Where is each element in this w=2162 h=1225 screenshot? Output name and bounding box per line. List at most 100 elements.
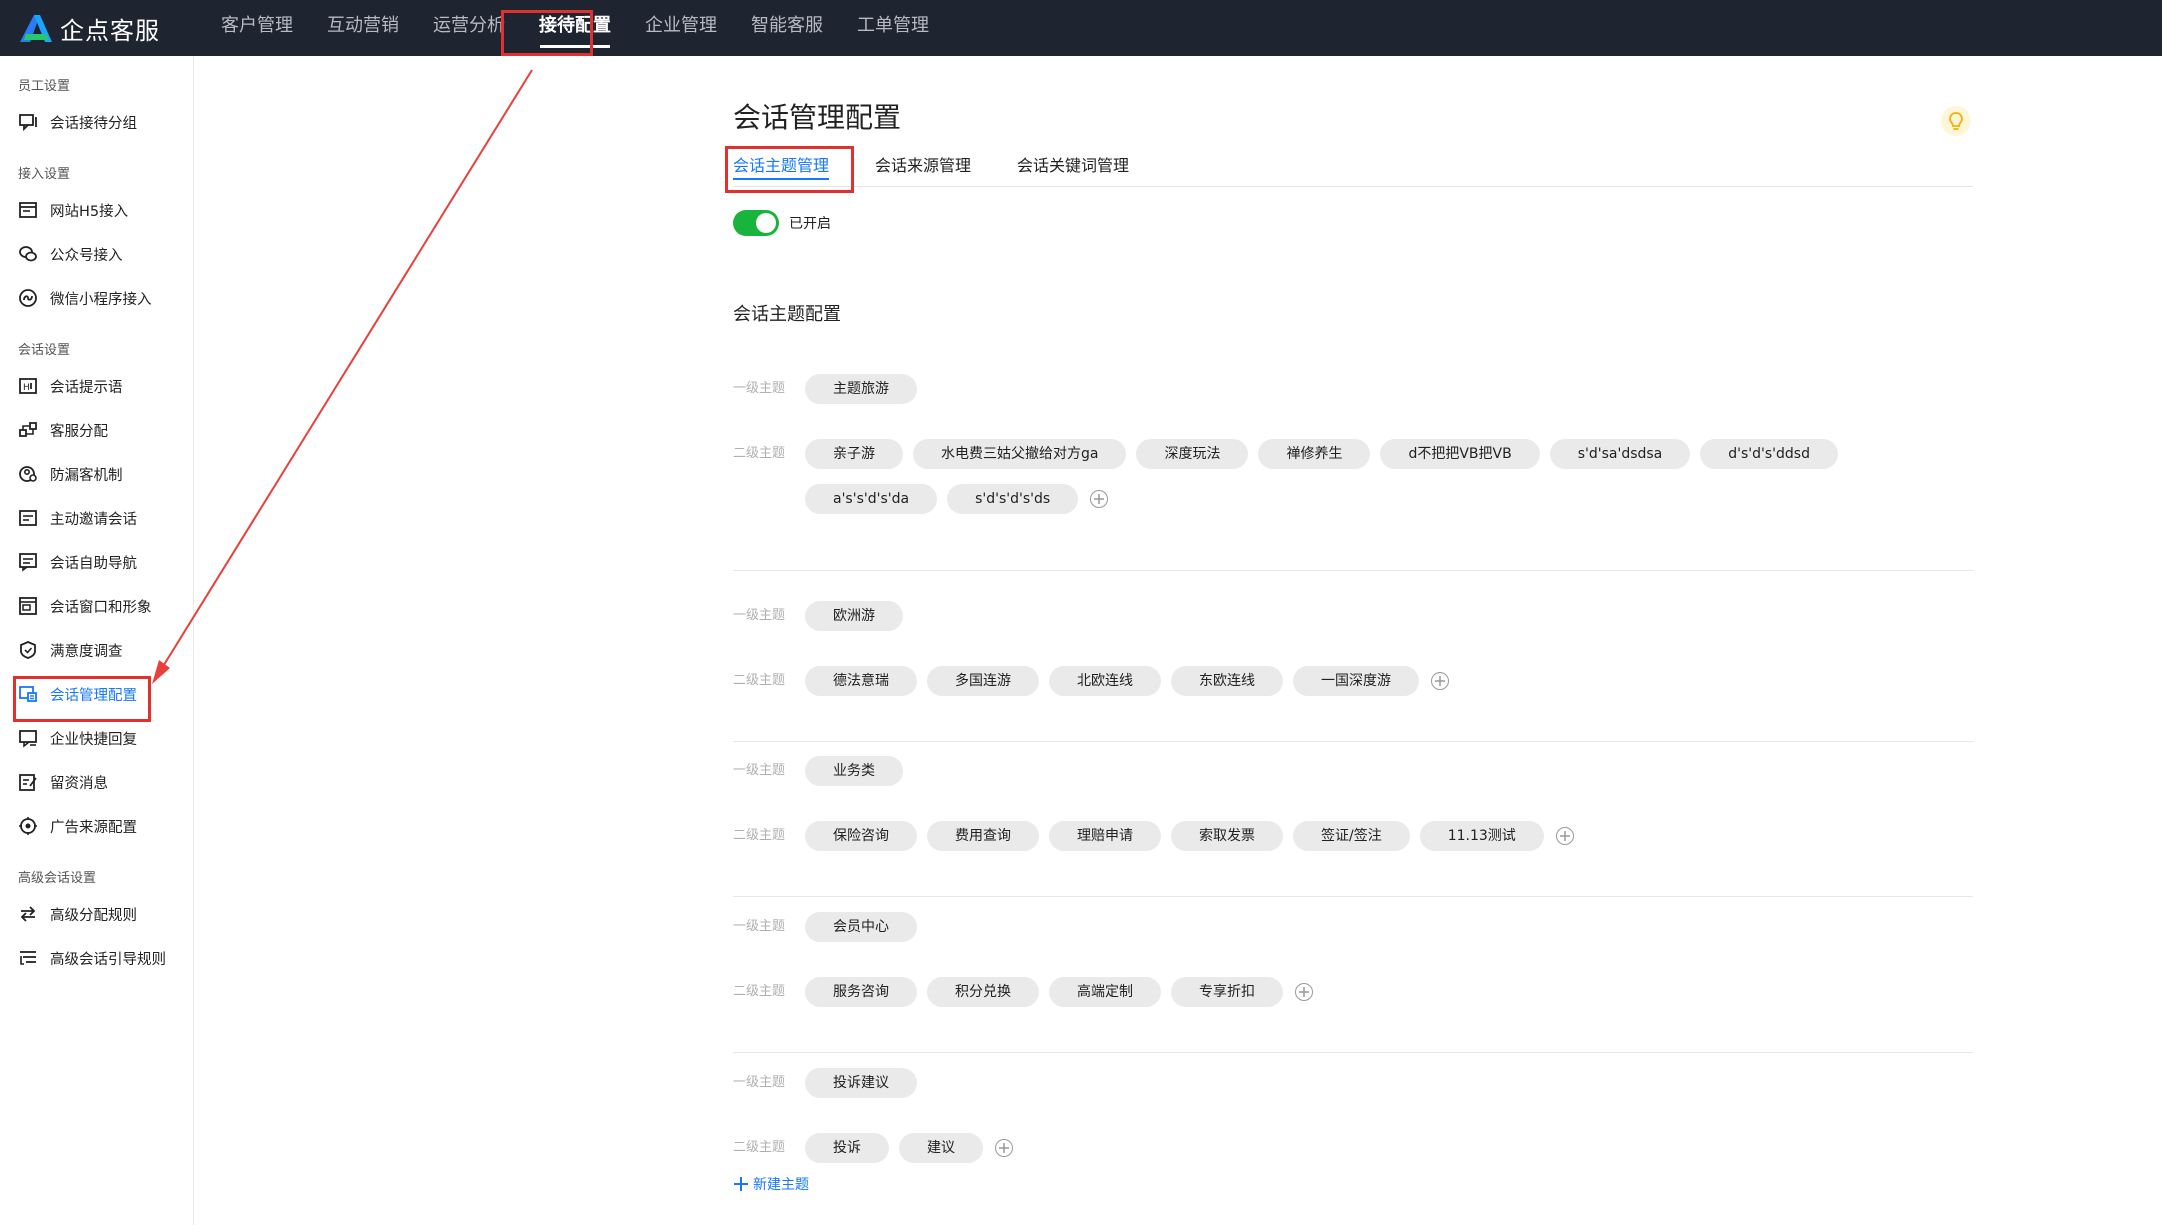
- level2-topic-chip[interactable]: 建议: [899, 1133, 983, 1163]
- level1-topic-chip[interactable]: 欧洲游: [805, 601, 903, 631]
- sidebar-item-label: 主动邀请会话: [50, 511, 137, 528]
- sidebar-item-label: 高级会话引导规则: [50, 951, 166, 968]
- level1-topic-chip[interactable]: 投诉建议: [805, 1068, 917, 1098]
- level2-topic-chip[interactable]: 水电费三姑父撤给对方ga: [913, 439, 1127, 469]
- add-subtopic-button[interactable]: [1090, 490, 1109, 508]
- level1-topic-chip[interactable]: 会员中心: [805, 912, 917, 942]
- tip-bulb[interactable]: [1941, 106, 1971, 136]
- level2-topic-chip[interactable]: 北欧连线: [1049, 666, 1161, 696]
- add-subtopic-button[interactable]: [1431, 672, 1449, 690]
- level2-topic-chip[interactable]: 专享折扣: [1171, 977, 1283, 1007]
- sidebar-item-ad-source[interactable]: 广告来源配置: [0, 806, 193, 846]
- sidebar-item-web-h5[interactable]: 网站H5接入: [0, 190, 193, 230]
- level2-topic-chip[interactable]: 积分兑换: [927, 977, 1039, 1007]
- anti-loss-icon: [19, 466, 37, 482]
- topnav-customer-management[interactable]: 客户管理: [204, 0, 310, 56]
- level2-topic-chip[interactable]: 索取发票: [1171, 821, 1283, 851]
- level1-chips: 投诉建议: [805, 1068, 1955, 1113]
- sidebar-item-satisfaction[interactable]: 满意度调查: [0, 630, 193, 670]
- page-title: 会话管理配置: [733, 101, 902, 134]
- plus-icon: [1435, 676, 1445, 686]
- sidebar-item-anti-loss[interactable]: 防漏客机制: [0, 454, 193, 494]
- sidebar-item-invite[interactable]: 主动邀请会话: [0, 498, 193, 538]
- level1-topic-chip[interactable]: 业务类: [805, 756, 903, 786]
- level2-topic-chip[interactable]: 理赔申请: [1049, 821, 1161, 851]
- sidebar-item-form-message[interactable]: 留资消息: [0, 762, 193, 802]
- sidebar-item-guide-rule[interactable]: 高级会话引导规则: [0, 938, 193, 978]
- tab-keyword-management[interactable]: 会话关键词管理: [1017, 146, 1129, 186]
- plus-icon: [1299, 987, 1309, 997]
- topnav-smart-service[interactable]: 智能客服: [734, 0, 840, 56]
- level2-chips: 亲子游 水电费三姑父撤给对方ga 深度玩法 禅修养生 d不把把VB把VB s'd'sa'd…: [805, 439, 1955, 529]
- topnav-interactive-marketing[interactable]: 互动营销: [310, 0, 416, 56]
- add-subtopic-button[interactable]: [1295, 983, 1313, 1001]
- level2-topic-chip[interactable]: d's'd's'ddsd: [1700, 439, 1838, 469]
- wechat-icon: [19, 246, 37, 262]
- level2-topic-chip[interactable]: 禅修养生: [1258, 439, 1371, 469]
- brand[interactable]: 企点客服: [16, 11, 196, 46]
- ad-source-icon: [19, 817, 37, 835]
- sidebar-item-prompt[interactable]: H 会话提示语: [0, 366, 193, 406]
- level2-label: 二级主题: [733, 673, 786, 688]
- level2-topic-chip[interactable]: 一国深度游: [1293, 666, 1419, 696]
- topnav-enterprise-management[interactable]: 企业管理: [628, 0, 734, 56]
- topic-block: 一级主题 会员中心 二级主题 服务咨询 积分兑换 高端定制 专享折扣: [733, 912, 1973, 1053]
- level2-topic-chip[interactable]: s'd's'd's'ds: [947, 484, 1079, 514]
- level2-topic-chip[interactable]: 费用查询: [927, 821, 1039, 851]
- level2-label: 二级主题: [733, 1140, 786, 1155]
- level2-topic-chip[interactable]: 亲子游: [805, 439, 903, 469]
- topnav-ticket-management[interactable]: 工单管理: [840, 0, 946, 56]
- level2-topic-chip[interactable]: 服务咨询: [805, 977, 917, 1007]
- sidebar-item-label: 广告来源配置: [50, 819, 137, 836]
- sidebar: 员工设置 会话接待分组 接入设置 网站H5接入 公众号接入 微信小程序接入 会话…: [0, 56, 194, 1225]
- level2-topic-chip[interactable]: 签证/签注: [1293, 821, 1410, 851]
- add-subtopic-button[interactable]: [995, 1139, 1013, 1157]
- sidebar-group-access: 接入设置: [18, 167, 71, 182]
- level1-topic-chip[interactable]: 主题旅游: [805, 374, 917, 404]
- sidebar-item-chat-group[interactable]: 会话接待分组: [0, 102, 193, 142]
- sidebar-item-advanced-assign[interactable]: 高级分配规则: [0, 894, 193, 934]
- sidebar-group-staff: 员工设置: [18, 79, 71, 94]
- level2-topic-chip[interactable]: 深度玩法: [1136, 439, 1249, 469]
- sidebar-item-window-image[interactable]: 会话窗口和形象: [0, 586, 193, 626]
- sidebar-item-label: 客服分配: [50, 423, 108, 440]
- level2-topic-chip[interactable]: 11.13测试: [1419, 821, 1544, 851]
- level2-topic-chip[interactable]: 多国连游: [927, 666, 1039, 696]
- sidebar-item-assign[interactable]: 客服分配: [0, 410, 193, 450]
- sidebar-item-wechat-official[interactable]: 公众号接入: [0, 234, 193, 274]
- sidebar-item-quick-reply[interactable]: 企业快捷回复: [0, 718, 193, 758]
- level2-topic-chip[interactable]: d不把把VB把VB: [1380, 439, 1540, 469]
- level2-topic-chip[interactable]: s'd'sa'dsdsa: [1549, 439, 1691, 469]
- sidebar-item-label: 微信小程序接入: [50, 291, 152, 308]
- sidebar-item-mini-program[interactable]: 微信小程序接入: [0, 278, 193, 318]
- level2-chips: 服务咨询 积分兑换 高端定制 专享折扣: [805, 977, 1955, 1022]
- level1-label: 一级主题: [733, 763, 786, 778]
- sidebar-item-label: 高级分配规则: [50, 907, 137, 924]
- navigation-icon: [19, 553, 37, 572]
- invite-icon: [19, 510, 37, 526]
- sidebar-item-self-navigation[interactable]: 会话自助导航: [0, 542, 193, 582]
- tab-topic-management[interactable]: 会话主题管理: [733, 146, 830, 186]
- annotation-arrow-line: [161, 69, 533, 669]
- level1-label: 一级主题: [733, 919, 786, 934]
- level2-topic-chip[interactable]: 投诉: [805, 1133, 889, 1163]
- add-subtopic-button[interactable]: [1555, 827, 1574, 845]
- topnav-reception-config[interactable]: 接待配置: [522, 0, 628, 56]
- sidebar-item-label: 会话管理配置: [50, 687, 137, 704]
- new-topic-button[interactable]: 新建主题: [733, 1174, 809, 1194]
- level2-topic-chip[interactable]: 保险咨询: [805, 821, 917, 851]
- topnav-operations-analysis[interactable]: 运营分析: [416, 0, 522, 56]
- sidebar-item-session-config[interactable]: 会话管理配置: [0, 674, 193, 714]
- level2-topic-chip[interactable]: 德法意瑞: [805, 666, 917, 696]
- enable-toggle[interactable]: [733, 210, 779, 236]
- tab-bar: 会话主题管理 会话来源管理 会话关键词管理: [733, 146, 1973, 187]
- level2-topic-chip[interactable]: 东欧连线: [1171, 666, 1283, 696]
- level2-chips: 德法意瑞 多国连游 北欧连线 东欧连线 一国深度游: [805, 666, 1955, 711]
- tab-source-management[interactable]: 会话来源管理: [875, 146, 971, 186]
- level2-topic-chip[interactable]: a's's'd's'da: [805, 484, 938, 514]
- level2-topic-chip[interactable]: 高端定制: [1049, 977, 1161, 1007]
- sidebar-item-label: 网站H5接入: [50, 203, 129, 220]
- sidebar-item-label: 会话提示语: [50, 379, 123, 396]
- sidebar-item-label: 会话自助导航: [50, 555, 137, 572]
- sidebar-item-label: 满意度调查: [50, 643, 123, 660]
